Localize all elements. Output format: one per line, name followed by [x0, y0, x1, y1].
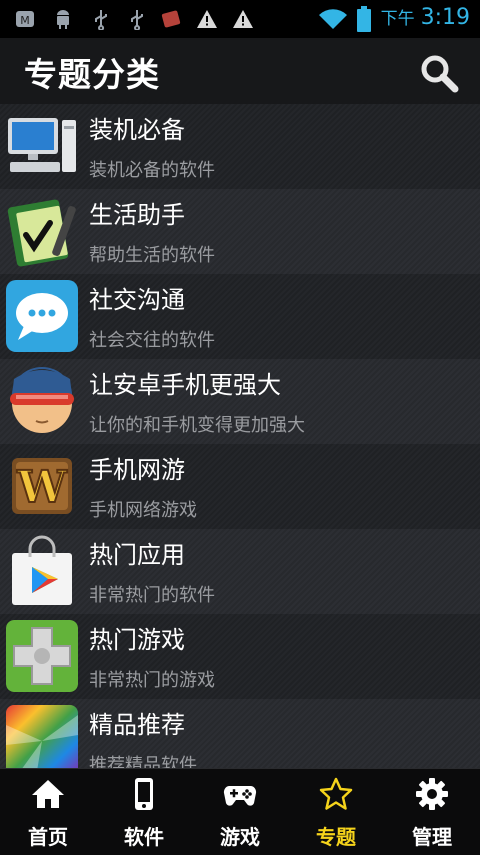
- item-title: 热门游戏: [89, 626, 185, 654]
- item-subtitle: 装机必备的软件: [89, 160, 215, 181]
- chat-bubble-icon: [6, 280, 78, 352]
- item-title: 热门应用: [89, 541, 185, 569]
- clock: 下午 3:19: [381, 4, 470, 30]
- nav-item-topics[interactable]: 专题: [288, 769, 384, 855]
- rainbow-swirl-icon: [6, 705, 78, 768]
- wifi-icon: [319, 9, 347, 30]
- list-item-remen-yingyong[interactable]: 热门应用 非常热门的软件: [0, 529, 480, 614]
- item-title: 精品推荐: [89, 711, 185, 739]
- list-item-qiangda[interactable]: 让安卓手机更强大 让你的和手机变得更加强大: [0, 359, 480, 444]
- header-bar: 专题分类: [0, 38, 480, 104]
- search-icon[interactable]: [419, 53, 459, 93]
- android-icon: [57, 10, 69, 29]
- nav-label: 软件: [124, 825, 164, 849]
- category-list: 装机必备 装机必备的软件 生活助手 帮助生活的软件 社交沟通 社会交往的软件 让…: [0, 104, 480, 768]
- list-item-jingpin[interactable]: 精品推荐 推荐精品软件: [0, 699, 480, 768]
- item-title: 手机网游: [89, 456, 185, 484]
- nav-label: 游戏: [220, 825, 260, 849]
- nav-label: 管理: [412, 825, 452, 849]
- gamepad-cross-icon: [6, 620, 78, 692]
- item-subtitle: 帮助生活的软件: [89, 245, 215, 266]
- clock-ampm: 下午: [380, 9, 415, 29]
- tasks-notebook-icon: [7, 199, 76, 267]
- play-store-bag-icon: [12, 535, 72, 605]
- cyclops-avatar-icon: [10, 367, 74, 433]
- usb-icon: [95, 10, 107, 30]
- gamepad-icon: [223, 786, 257, 806]
- gear-icon: [416, 778, 448, 810]
- nav-item-software[interactable]: 软件: [96, 769, 192, 855]
- item-subtitle: 手机网络游戏: [89, 500, 197, 521]
- item-title: 装机必备: [89, 116, 185, 144]
- star-icon: [319, 777, 353, 810]
- app-notification-icon: [161, 10, 181, 28]
- svg-text:M: M: [20, 14, 30, 27]
- wow-game-icon: W: [12, 458, 72, 514]
- item-title: 让安卓手机更强大: [89, 371, 281, 399]
- list-item-zhuangji[interactable]: 装机必备 装机必备的软件: [0, 104, 480, 189]
- list-item-shenghuo[interactable]: 生活助手 帮助生活的软件: [0, 189, 480, 274]
- status-bar: M 下午 3:19: [0, 0, 480, 38]
- bottom-nav: 首页 软件 游戏 专题 管理: [0, 768, 480, 855]
- usb-icon-2: [131, 10, 143, 30]
- item-title: 社交沟通: [89, 286, 185, 314]
- item-subtitle: 社会交往的软件: [89, 330, 215, 351]
- list-item-shejiao[interactable]: 社交沟通 社会交往的软件: [0, 274, 480, 359]
- item-subtitle: 让你的和手机变得更加强大: [89, 415, 305, 436]
- computer-icon: [8, 118, 76, 172]
- item-title: 生活助手: [89, 201, 185, 229]
- svg-text:W: W: [16, 462, 67, 513]
- item-subtitle: 推荐精品软件: [89, 755, 197, 768]
- nav-label: 首页: [28, 825, 68, 849]
- phone-icon: [135, 778, 153, 810]
- clock-time: 3:19: [420, 5, 470, 30]
- item-subtitle: 非常热门的游戏: [89, 670, 215, 691]
- page-title: 专题分类: [24, 55, 160, 94]
- nav-item-games[interactable]: 游戏: [192, 769, 288, 855]
- home-icon: [32, 780, 64, 808]
- nav-label: 专题: [316, 825, 356, 849]
- item-subtitle: 非常热门的软件: [89, 585, 215, 606]
- list-item-remen-youxi[interactable]: 热门游戏 非常热门的游戏: [0, 614, 480, 699]
- nav-item-manage[interactable]: 管理: [384, 769, 480, 855]
- battery-icon: [357, 6, 371, 32]
- warning-icon-2: [233, 10, 253, 28]
- notification-m-icon: M: [16, 11, 34, 27]
- nav-item-home[interactable]: 首页: [0, 769, 96, 855]
- list-item-wangyou[interactable]: W 手机网游 手机网络游戏: [0, 444, 480, 529]
- warning-icon: [197, 10, 217, 28]
